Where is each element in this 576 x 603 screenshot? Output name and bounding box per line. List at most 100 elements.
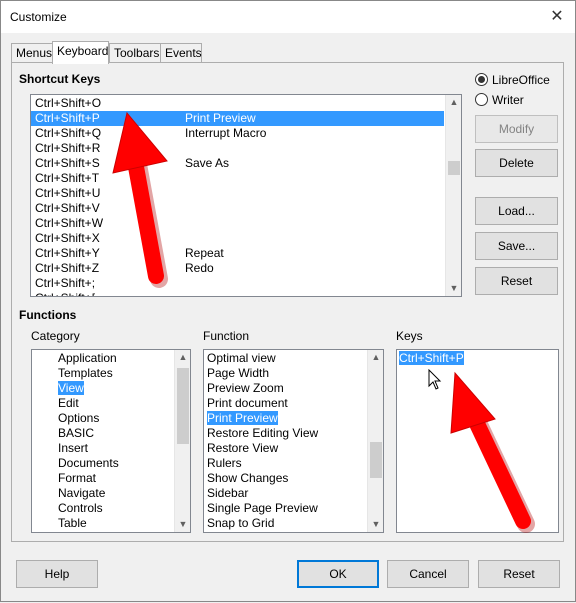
window-title: Customize [10, 10, 67, 24]
reset-side-button[interactable]: Reset [475, 267, 558, 295]
category-item[interactable]: Options [58, 411, 99, 426]
category-item[interactable]: Format [58, 471, 96, 486]
function-item[interactable]: Restore Editing View [207, 426, 318, 441]
category-item-label: Templates [58, 366, 113, 380]
category-item[interactable]: Edit [58, 396, 79, 411]
save-button[interactable]: Save... [475, 232, 558, 260]
function-label: Function [203, 329, 250, 343]
shortcut-key: Ctrl+Shift+U [35, 186, 101, 200]
function-item[interactable]: Print Preview [207, 411, 278, 426]
scroll-thumb[interactable] [177, 368, 189, 444]
table-row[interactable]: Ctrl+Shift+V [31, 201, 444, 216]
shortcut-key: Ctrl+Shift+Y [35, 246, 100, 260]
category-item[interactable]: View [58, 381, 84, 396]
category-item-label: Application [58, 351, 117, 365]
load-button[interactable]: Load... [475, 197, 558, 225]
table-row[interactable]: Ctrl+Shift+P Print Preview [31, 111, 444, 126]
category-item[interactable]: Navigate [58, 486, 105, 501]
category-item[interactable]: Table [58, 516, 87, 531]
shortcut-key: Ctrl+Shift+W [35, 216, 104, 230]
function-item[interactable]: Restore View [207, 441, 278, 456]
function-item[interactable]: Show Changes [207, 471, 288, 486]
tab-menus[interactable]: Menus [11, 43, 53, 63]
close-icon[interactable]: ✕ [545, 5, 569, 29]
function-item[interactable]: Page Width [207, 366, 269, 381]
category-item-label: Format [58, 471, 97, 485]
table-row[interactable]: Ctrl+Shift+R [31, 141, 444, 156]
reset-button[interactable]: Reset [478, 560, 560, 588]
shortcut-key: Ctrl+Shift+O [35, 96, 102, 110]
delete-button[interactable]: Delete [475, 149, 558, 177]
table-row[interactable]: Ctrl+Shift+T [31, 171, 444, 186]
shortcut-key: Ctrl+Shift+T [35, 171, 100, 185]
help-button[interactable]: Help [16, 560, 98, 588]
table-row[interactable]: Ctrl+Shift+O [31, 96, 444, 111]
function-item[interactable]: Preview Zoom [207, 381, 284, 396]
category-item-label: BASIC [58, 426, 95, 440]
function-list-scrollbar[interactable]: ▲ ▼ [367, 350, 383, 532]
tab-events[interactable]: Events [160, 43, 202, 63]
category-item[interactable]: Templates [58, 366, 113, 381]
function-item[interactable]: Rulers [207, 456, 242, 471]
shortcut-key: Ctrl+Shift+Q [35, 126, 102, 140]
function-item-label: Sidebar [207, 486, 249, 500]
function-item[interactable]: Snap to Grid [207, 516, 274, 531]
scroll-down-icon[interactable]: ▼ [446, 281, 461, 296]
cancel-button[interactable]: Cancel [387, 560, 469, 588]
scroll-up-icon[interactable]: ▲ [368, 350, 383, 365]
tab-keyboard[interactable]: Keyboard [52, 41, 109, 64]
function-item-label: Restore View [207, 441, 279, 455]
modify-button[interactable]: Modify [475, 115, 558, 143]
category-item[interactable]: Insert [58, 441, 88, 456]
category-item[interactable]: Application [58, 351, 117, 366]
shortcut-function: Repeat [185, 246, 224, 260]
scroll-up-icon[interactable]: ▲ [175, 350, 190, 365]
shortcut-key: Ctrl+Shift+S [35, 156, 100, 170]
category-item-label: Edit [58, 396, 79, 410]
shortcut-function: Print Preview [185, 111, 256, 125]
table-row[interactable]: Ctrl+Shift+[ [31, 291, 444, 296]
shortcut-key: Ctrl+Shift+; [35, 276, 96, 290]
customize-dialog: Customize ✕ Menus Keyboard Toolbars Even… [0, 0, 576, 602]
table-row[interactable]: Ctrl+Shift+X [31, 231, 444, 246]
function-item-label: Print Preview [207, 411, 278, 425]
tab-toolbars[interactable]: Toolbars [109, 43, 161, 63]
ok-button[interactable]: OK [297, 560, 379, 588]
function-item[interactable]: Optimal view [207, 351, 276, 366]
keys-list[interactable]: Ctrl+Shift+P [396, 349, 559, 533]
scroll-thumb[interactable] [370, 442, 382, 478]
title-bar: Customize ✕ [1, 1, 575, 33]
shortcut-key: Ctrl+Shift+Z [35, 261, 100, 275]
category-item[interactable]: Controls [58, 501, 103, 516]
function-item[interactable]: Single Page Preview [207, 501, 318, 516]
table-row[interactable]: Ctrl+Shift+U [31, 186, 444, 201]
shortcut-list-scrollbar[interactable]: ▲ ▼ [445, 95, 461, 296]
table-row[interactable]: Ctrl+Shift+Q Interrupt Macro [31, 126, 444, 141]
radio-writer[interactable]: Writer [475, 92, 524, 108]
category-item[interactable]: Documents [58, 456, 119, 471]
scroll-down-icon[interactable]: ▼ [175, 517, 190, 532]
scroll-down-icon[interactable]: ▼ [368, 517, 383, 532]
scroll-thumb[interactable] [448, 161, 460, 175]
function-list[interactable]: Snap to Grid Single Page Preview Sidebar Sh… [203, 349, 384, 533]
radio-libreoffice[interactable]: LibreOffice [475, 72, 550, 88]
key-item-label: Ctrl+Shift+P [399, 351, 464, 365]
table-row[interactable]: Ctrl+Shift+; [31, 276, 444, 291]
category-list[interactable]: Table Controls Navigate Format Documents Inse… [31, 349, 191, 533]
shortcut-key: Ctrl+Shift+V [35, 201, 100, 215]
function-item[interactable]: Sidebar [207, 486, 248, 501]
keyboard-panel: Shortcut Keys Ctrl+Shift+[Ctrl+Shift+;Ct… [11, 62, 564, 542]
function-item-label: Restore Editing View [207, 426, 319, 440]
table-row[interactable]: Ctrl+Shift+S Save As [31, 156, 444, 171]
shortcut-function: Interrupt Macro [185, 126, 267, 140]
category-list-scrollbar[interactable]: ▲ ▼ [174, 350, 190, 532]
table-row[interactable]: Ctrl+Shift+Z Redo [31, 261, 444, 276]
shortcut-keys-list[interactable]: Ctrl+Shift+[Ctrl+Shift+;Ctrl+Shift+Z Redo… [30, 94, 462, 297]
category-item[interactable]: BASIC [58, 426, 94, 441]
function-item-label: Preview Zoom [207, 381, 284, 395]
scroll-up-icon[interactable]: ▲ [446, 95, 461, 110]
key-item[interactable]: Ctrl+Shift+P [399, 351, 464, 366]
table-row[interactable]: Ctrl+Shift+W [31, 216, 444, 231]
function-item[interactable]: Print document [207, 396, 288, 411]
table-row[interactable]: Ctrl+Shift+Y Repeat [31, 246, 444, 261]
